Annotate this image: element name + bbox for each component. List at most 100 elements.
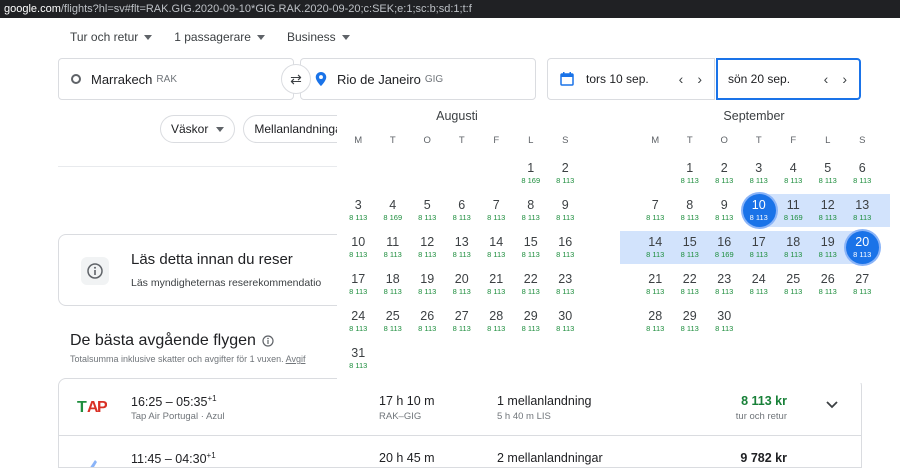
swap-button[interactable]: ⇄ [281, 64, 311, 94]
calendar-day[interactable]: 28 8 113 [479, 304, 514, 341]
calendar-day[interactable]: 13 8 113 [445, 230, 480, 267]
previous-date-icon[interactable]: ‹ [679, 71, 684, 87]
day-number: 26 [820, 272, 835, 286]
day-number: 13 [855, 198, 870, 212]
calendar-day[interactable]: 20 8 113 [445, 267, 480, 304]
calendar-day[interactable]: 20 8 113 [845, 230, 880, 267]
previous-date-icon[interactable]: ‹ [824, 71, 829, 87]
calendar-day[interactable]: 29 8 113 [673, 304, 708, 341]
origin-field[interactable]: Marrakech RAK [58, 58, 294, 100]
calendar-day[interactable]: 19 8 113 [410, 267, 445, 304]
calendar-day[interactable]: 38 113 [341, 193, 376, 230]
expand-chevron-icon[interactable] [823, 395, 841, 413]
departure-date-field[interactable]: tors 10 sep. ‹ › [547, 58, 715, 100]
calendar-day[interactable]: 15 8 113 [673, 230, 708, 267]
calendar-day[interactable]: 23 8 113 [548, 267, 583, 304]
calendar-day[interactable]: 27 8 113 [445, 304, 480, 341]
calendar-day[interactable]: 26 8 113 [811, 267, 846, 304]
info-icon[interactable] [262, 335, 274, 347]
calendar-day[interactable]: 23 8 113 [707, 267, 742, 304]
calendar-day[interactable]: 88 113 [673, 193, 708, 230]
calendar-day[interactable]: 26 8 113 [410, 304, 445, 341]
airline-names: Tap Air Portugal · Azul [131, 411, 225, 422]
cabin-class-select[interactable]: Business [287, 30, 350, 44]
calendar-day[interactable]: 30 8 113 [707, 304, 742, 341]
calendar-day[interactable]: 11 8 113 [376, 230, 411, 267]
calendar-day[interactable]: 29 8 113 [514, 304, 549, 341]
day-number: 26 [420, 309, 435, 323]
calendar-day[interactable]: 15 8 113 [514, 230, 549, 267]
calendar-day[interactable]: 12 8 113 [811, 193, 846, 230]
calendar-day[interactable]: 58 113 [811, 156, 846, 193]
calendar-day[interactable]: 27 8 113 [845, 267, 880, 304]
travel-notice-card[interactable]: Läs detta innan du reser Läs myndigheter… [58, 234, 348, 306]
calendar-day[interactable]: 28 113 [707, 156, 742, 193]
calendar-day[interactable]: 68 113 [845, 156, 880, 193]
weekday-label: T [389, 135, 396, 146]
calendar-day[interactable]: 16 8 113 [548, 230, 583, 267]
calendar-day[interactable]: 13 8 113 [845, 193, 880, 230]
calendar-day[interactable]: 68 113 [445, 193, 480, 230]
calendar-day[interactable]: 24 8 113 [742, 267, 777, 304]
day-price: 8 113 [680, 324, 699, 333]
flight-stops: 2 mellanlandningar [497, 451, 603, 465]
calendar-day[interactable]: 24 8 113 [341, 304, 376, 341]
day-price: 8 113 [452, 287, 471, 296]
calendar-day[interactable]: 14 8 113 [638, 230, 673, 267]
next-date-icon[interactable]: › [842, 71, 847, 87]
calendar-day[interactable]: 38 113 [742, 156, 777, 193]
browser-url-bar[interactable]: google.com/flights?hl=sv#flt=RAK.GIG.202… [0, 0, 900, 18]
passengers-select[interactable]: 1 passagerare [174, 30, 265, 44]
calendar-day[interactable]: 58 113 [410, 193, 445, 230]
departure-date-value: tors 10 sep. [586, 72, 649, 86]
day-price: 8 113 [853, 176, 872, 185]
calendar-day[interactable]: 18 8 113 [376, 267, 411, 304]
calendar-day[interactable]: 48 113 [776, 156, 811, 193]
calendar-day[interactable]: 25 8 113 [776, 267, 811, 304]
calendar-day[interactable]: 22 8 113 [514, 267, 549, 304]
flight-result-row[interactable]: TAP 16:25 – 05:35+1 Tap Air Portugal · A… [59, 379, 861, 435]
flight-result-row[interactable]: 11:45 – 04:30+1 20 h 45 m 2 mellanlandni… [59, 435, 861, 467]
day-price: 8 113 [818, 287, 837, 296]
calendar-day[interactable]: 88 113 [514, 193, 549, 230]
calendar-day[interactable]: 10 8 113 [742, 193, 777, 230]
month-title: Augusti [436, 109, 478, 123]
calendar-day[interactable]: 17 8 113 [742, 230, 777, 267]
day-number: 4 [389, 198, 397, 212]
calendar-day[interactable]: 18 8 113 [776, 230, 811, 267]
calendar-day[interactable]: 28 8 113 [638, 304, 673, 341]
calendar-day[interactable]: 28 113 [548, 156, 583, 193]
calendar-day[interactable]: 21 8 113 [479, 267, 514, 304]
calendar-day[interactable]: 11 8 169 [776, 193, 811, 230]
trip-type-select[interactable]: Tur och retur [70, 30, 153, 44]
calendar-day[interactable]: 22 8 113 [673, 267, 708, 304]
calendar-day[interactable]: 19 8 113 [811, 230, 846, 267]
calendar-day[interactable]: 98 113 [548, 193, 583, 230]
flight-times: 11:45 – 04:30+1 [131, 451, 216, 466]
day-number: 3 [755, 161, 763, 175]
calendar-day[interactable]: 18 113 [673, 156, 708, 193]
calendar-day[interactable]: 10 8 113 [341, 230, 376, 267]
day-price: 8 113 [418, 324, 437, 333]
calendar-day[interactable]: 30 8 113 [548, 304, 583, 341]
calendar-day[interactable]: 17 8 113 [341, 267, 376, 304]
calendar-day[interactable]: 18 169 [514, 156, 549, 193]
calendar-day[interactable]: 78 113 [479, 193, 514, 230]
calendar-day[interactable]: 16 8 169 [707, 230, 742, 267]
return-date-field[interactable]: sön 20 sep. ‹ › [716, 58, 861, 100]
fees-link[interactable]: Avgif [286, 354, 306, 364]
calendar-day[interactable]: 21 8 113 [638, 267, 673, 304]
next-date-icon[interactable]: › [697, 71, 702, 87]
calendar-day[interactable]: 25 8 113 [376, 304, 411, 341]
weekday-label: O [423, 135, 431, 146]
calendar-day[interactable]: 14 8 113 [479, 230, 514, 267]
calendar-day[interactable]: 98 113 [707, 193, 742, 230]
calendar-day[interactable]: 12 8 113 [410, 230, 445, 267]
calendar-day[interactable]: 31 8 113 [341, 341, 376, 378]
destination-field[interactable]: Rio de Janeiro GIG [300, 58, 536, 100]
day-number: 19 [820, 235, 835, 249]
day-price: 8 113 [646, 250, 665, 259]
calendar-day[interactable]: 78 113 [638, 193, 673, 230]
calendar-day[interactable]: 48 169 [376, 193, 411, 230]
bags-filter-chip[interactable]: Väskor [160, 115, 236, 143]
